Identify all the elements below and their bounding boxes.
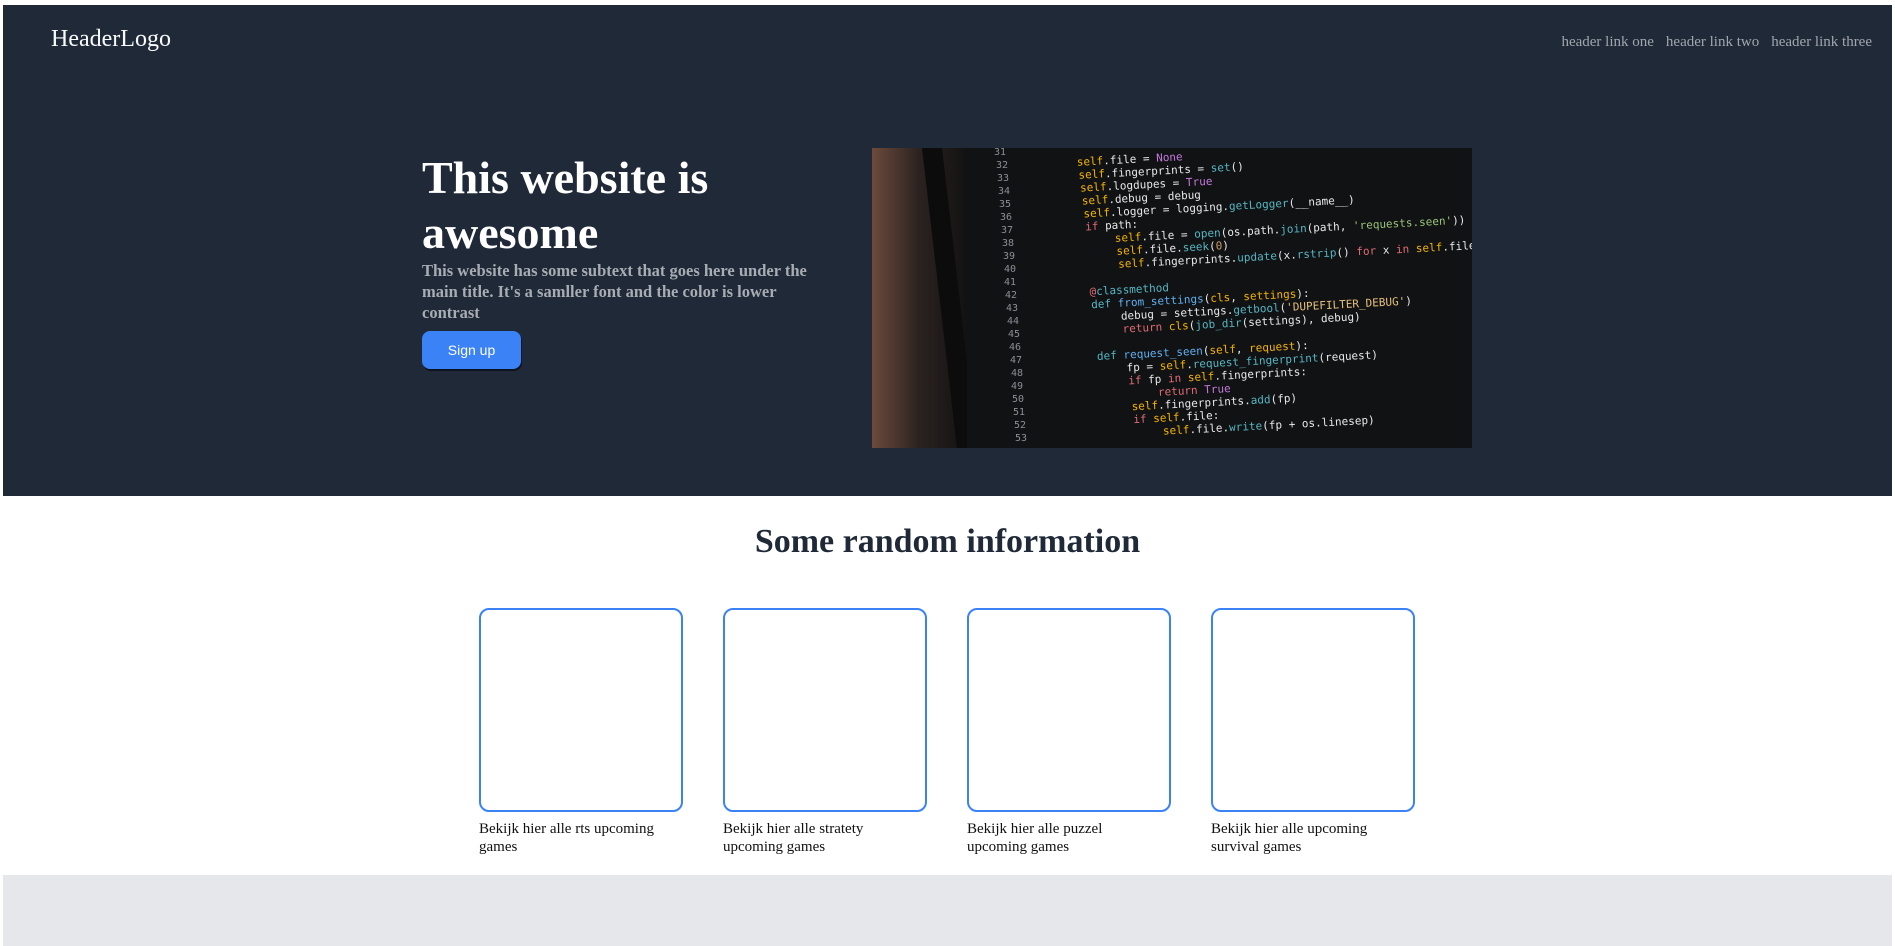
hero-code-image: 31 32 33 34 35 36 37 38 39 40 41 42 43 44 45 46 47 4… [872,148,1472,448]
svg-text:47: 47 [1010,355,1022,366]
svg-text:50: 50 [1012,394,1024,405]
info-card: Bekijk hier alle stratety upcoming games [723,608,927,856]
svg-text:36: 36 [1000,212,1012,223]
card-label: Bekijk hier alle puzzel upcoming games [967,821,1103,855]
page: HeaderLogo header link one header link t… [0,0,1895,946]
card-label: Bekijk hier alle rts upcoming games [479,821,654,855]
card-image-box[interactable] [967,608,1171,812]
card-image-box[interactable] [479,608,683,812]
info-section-title: Some random information [754,523,1141,560]
svg-text:45: 45 [1008,329,1020,340]
svg-text:38: 38 [1002,238,1014,249]
hero-section: HeaderLogo header link one header link t… [3,5,1892,496]
info-card: Bekijk hier alle upcoming survival games [1211,608,1415,856]
svg-text:39: 39 [1003,251,1015,262]
card-image-box[interactable] [1211,608,1415,812]
svg-text:53: 53 [1015,433,1027,444]
svg-text:41: 41 [1004,277,1016,288]
signup-button[interactable]: Sign up [422,331,521,369]
info-cards: Bekijk hier alle rts upcoming games Beki… [479,608,1415,856]
svg-text:34: 34 [998,186,1010,197]
svg-text:44: 44 [1007,316,1019,327]
svg-text:31: 31 [994,148,1006,158]
svg-text:49: 49 [1011,381,1023,392]
svg-text:51: 51 [1013,407,1025,418]
svg-text:37: 37 [1001,225,1013,236]
footer [3,875,1892,946]
card-image-box[interactable] [723,608,927,812]
hero-title: This website is awesome [422,152,709,258]
info-card: Bekijk hier alle puzzel upcoming games [967,608,1171,856]
header-link-three[interactable]: header link three [1771,34,1872,51]
svg-text:48: 48 [1011,368,1023,379]
svg-text:42: 42 [1005,290,1017,301]
svg-text:52: 52 [1014,420,1026,431]
info-card: Bekijk hier alle rts upcoming games [479,608,683,856]
svg-text:46: 46 [1009,342,1021,353]
card-label: Bekijk hier alle stratety upcoming games [723,821,864,855]
hero-text: This website is awesome This website has… [422,150,832,369]
svg-text:40: 40 [1004,264,1016,275]
svg-text:33: 33 [997,173,1009,184]
card-label: Bekijk hier alle upcoming survival games [1211,821,1368,855]
hero-subtitle: This website has some subtext that goes … [422,261,807,322]
header-logo[interactable]: HeaderLogo [51,26,171,53]
svg-text:43: 43 [1006,303,1018,314]
header-nav: header link one header link two header l… [1561,34,1872,51]
svg-text:32: 32 [996,160,1008,171]
svg-text:35: 35 [999,199,1011,210]
header-link-one[interactable]: header link one [1561,34,1653,51]
header-link-two[interactable]: header link two [1666,34,1759,51]
code-screenshot-graphic: 31 32 33 34 35 36 37 38 39 40 41 42 43 44 45 46 47 4… [872,148,1472,448]
